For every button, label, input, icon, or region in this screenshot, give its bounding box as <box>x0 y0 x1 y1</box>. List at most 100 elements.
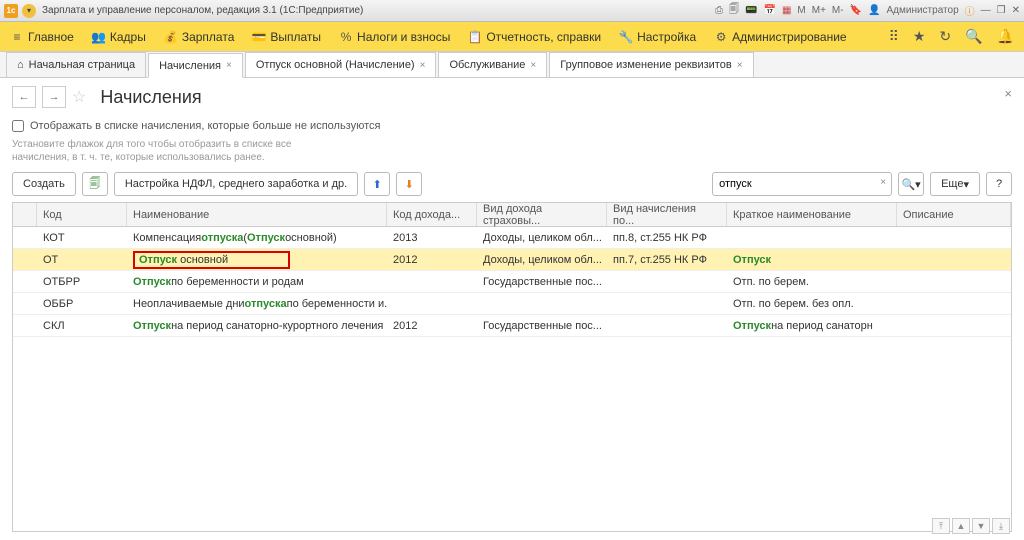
m-plus-label[interactable]: M+ <box>812 5 826 16</box>
cell-short <box>727 236 897 240</box>
info-icon[interactable]: ⓘ <box>965 3 975 18</box>
show-unused-checkbox[interactable] <box>12 120 24 132</box>
col-name[interactable]: Наименование <box>127 203 387 226</box>
help-button[interactable]: ? <box>986 172 1012 196</box>
nav-last-icon[interactable]: ⤓ <box>992 518 1010 534</box>
close-icon[interactable]: × <box>530 60 536 71</box>
tab-service[interactable]: Обслуживание× <box>438 52 547 77</box>
tab-accruals[interactable]: Начисления× <box>148 53 243 78</box>
cell-income: 2012 <box>387 252 477 268</box>
cell-code: СКЛ <box>37 318 127 334</box>
cell-tax <box>607 302 727 306</box>
app-dropdown-icon[interactable]: ▾ <box>22 4 36 18</box>
menu-icon: ≡ <box>10 30 24 44</box>
cell-name: Отпуск на период санаторно-курортного ле… <box>127 318 387 334</box>
menu-main[interactable]: ≡Главное <box>10 30 74 44</box>
table-nav: ⤒ ▲ ▼ ⤓ <box>932 518 1010 534</box>
cell-desc <box>897 302 1011 306</box>
tab-start[interactable]: ⌂Начальная страница <box>6 52 146 77</box>
grid-icon[interactable]: ▦ <box>782 5 791 16</box>
menu-zarplata[interactable]: 💰Зарплата <box>164 30 235 44</box>
more-button[interactable]: Еще ▾ <box>930 172 980 196</box>
menu-otchet[interactable]: 📋Отчетность, справки <box>468 30 601 44</box>
nav-first-icon[interactable]: ⤒ <box>932 518 950 534</box>
col-tax[interactable]: Вид начисления по... <box>607 203 727 226</box>
cell-income: 2012 <box>387 318 477 334</box>
wrench-icon: 🔧 <box>619 30 633 44</box>
calendar-icon[interactable]: 📅 <box>763 5 775 16</box>
cell-tax: пп.8, ст.255 НК РФ <box>607 230 727 246</box>
back-button[interactable]: ← <box>12 86 36 108</box>
calc-icon[interactable]: 📟 <box>745 5 757 16</box>
search-input[interactable] <box>712 172 892 196</box>
cell-desc <box>897 258 1011 262</box>
ndfl-settings-button[interactable]: Настройка НДФЛ, среднего заработка и др. <box>114 172 358 196</box>
doc-icon[interactable]: 🗐 <box>729 2 739 19</box>
close-icon[interactable]: × <box>226 60 232 71</box>
clear-search-icon[interactable]: × <box>880 177 886 188</box>
table-row[interactable]: ОТОтпуск основной2012Доходы, целиком обл… <box>13 249 1011 271</box>
hint-text: Установите флажок для того чтобы отобраз… <box>12 138 312 164</box>
menu-vyplaty[interactable]: 💳Выплаты <box>252 30 321 44</box>
menu-nastr[interactable]: 🔧Настройка <box>619 30 696 44</box>
search-icon[interactable]: 🔍 <box>965 28 982 45</box>
table-row[interactable]: ОББРНеоплачиваемые дни отпуска по береме… <box>13 293 1011 315</box>
cell-desc <box>897 324 1011 328</box>
cell-short: Отп. по берем. <box>727 274 897 290</box>
col-desc[interactable]: Описание <box>897 203 1011 226</box>
tab-group-edit[interactable]: Групповое изменение реквизитов× <box>549 52 753 77</box>
minimize-icon[interactable]: — <box>981 5 991 16</box>
menu-admin[interactable]: ⚙Администрирование <box>714 30 846 44</box>
col-income[interactable]: Код дохода... <box>387 203 477 226</box>
wallet-icon: 💳 <box>252 30 266 44</box>
table-row[interactable]: ОТБРРОтпуск по беременности и родамГосуд… <box>13 271 1011 293</box>
cell-short: Отпуск <box>727 252 897 268</box>
cell-income <box>387 280 477 284</box>
app-logo: 1c <box>4 4 18 18</box>
page-title: Начисления <box>100 87 201 108</box>
create-button[interactable]: Создать <box>12 172 76 196</box>
col-short[interactable]: Краткое наименование <box>727 203 897 226</box>
history-icon[interactable]: ↻ <box>939 28 951 45</box>
close-icon[interactable]: × <box>420 60 426 71</box>
tab-vacation[interactable]: Отпуск основной (Начисление)× <box>245 52 437 77</box>
cell-insurance: Доходы, целиком обл... <box>477 252 607 268</box>
cell-short: Отп. по берем. без опл. <box>727 296 897 312</box>
menu-nalogi[interactable]: %Налоги и взносы <box>339 30 450 44</box>
nav-down-icon[interactable]: ▼ <box>972 518 990 534</box>
table-row[interactable]: КОТКомпенсация отпуска (Отпуск основной)… <box>13 227 1011 249</box>
search-button[interactable]: 🔍▾ <box>898 172 924 196</box>
close-icon[interactable]: ✕ <box>1012 5 1020 16</box>
bookmark-icon[interactable]: 🔖 <box>850 5 862 16</box>
menu-kadry[interactable]: 👥Кадры <box>92 30 146 44</box>
toolbar: Создать 🗐 Настройка НДФЛ, среднего зараб… <box>12 172 1012 196</box>
cell-name: Компенсация отпуска (Отпуск основной) <box>127 230 387 246</box>
favorite-star-icon[interactable]: ☆ <box>72 87 86 107</box>
nav-up-icon[interactable]: ▲ <box>952 518 970 534</box>
money-icon: 💰 <box>164 30 178 44</box>
up-button[interactable]: ⬆ <box>364 172 390 196</box>
cell-tax: пп.7, ст.255 НК РФ <box>607 252 727 268</box>
bell-icon[interactable]: 🔔 <box>997 28 1014 45</box>
star-icon[interactable]: ★ <box>913 28 926 45</box>
titlebar: 1c ▾ Зарплата и управление персоналом, р… <box>0 0 1024 22</box>
m-minus-label[interactable]: M- <box>832 5 844 16</box>
down-button[interactable]: ⬇ <box>396 172 422 196</box>
panel-close-icon[interactable]: × <box>1004 86 1012 101</box>
people-icon: 👥 <box>92 30 106 44</box>
col-insurance[interactable]: Вид дохода страховы... <box>477 203 607 226</box>
table-row[interactable]: СКЛОтпуск на период санаторно-курортного… <box>13 315 1011 337</box>
cell-code: ОТБРР <box>37 274 127 290</box>
m-label[interactable]: M <box>797 5 805 16</box>
cell-code: КОТ <box>37 230 127 246</box>
accruals-table: Код Наименование Код дохода... Вид доход… <box>12 202 1012 532</box>
apps-icon[interactable]: ⠿ <box>889 28 899 45</box>
close-icon[interactable]: × <box>737 60 743 71</box>
forward-button[interactable]: → <box>42 86 66 108</box>
col-code[interactable]: Код <box>37 203 127 226</box>
user-name[interactable]: Администратор <box>886 5 958 16</box>
copy-button[interactable]: 🗐 <box>82 172 108 196</box>
cell-income <box>387 302 477 306</box>
print-icon[interactable]: ⎙ <box>715 5 723 16</box>
maximize-icon[interactable]: ❐ <box>997 5 1006 16</box>
